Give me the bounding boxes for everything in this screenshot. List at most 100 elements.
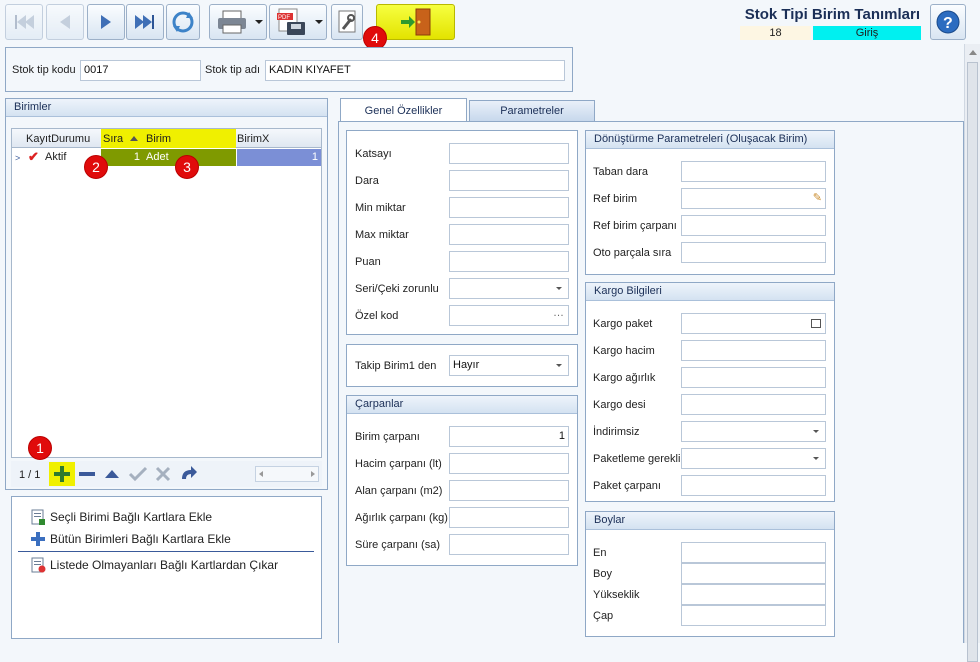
svg-text:PDF: PDF bbox=[278, 15, 290, 21]
oto-parcala-label: Oto parçala sıra bbox=[593, 247, 672, 259]
scrollbar-thumb[interactable] bbox=[967, 62, 978, 662]
prev-icon bbox=[60, 15, 70, 29]
last-icon bbox=[135, 15, 154, 29]
add-row-button[interactable] bbox=[49, 462, 75, 486]
ozel-input[interactable]: … bbox=[449, 305, 569, 326]
indirimsiz-select[interactable] bbox=[681, 421, 826, 442]
paket-carpani-input[interactable] bbox=[681, 475, 826, 496]
cap-label: Çap bbox=[593, 610, 614, 622]
actions-divider bbox=[18, 551, 314, 552]
next-record-button[interactable] bbox=[87, 4, 125, 40]
sure-carpani-input[interactable] bbox=[449, 534, 569, 555]
cancel-icon[interactable] bbox=[154, 466, 172, 482]
vertical-scrollbar[interactable] bbox=[964, 44, 980, 662]
col-header-sira-text: Sıra bbox=[103, 133, 124, 145]
pencil-icon[interactable]: ✎ bbox=[813, 189, 822, 208]
ozel-label: Özel kod bbox=[355, 310, 399, 322]
paketleme-select[interactable] bbox=[681, 448, 826, 469]
col-header-birim[interactable]: Birim bbox=[144, 129, 236, 148]
action-add-all[interactable]: Bütün Birimleri Bağlı Kartlara Ekle bbox=[30, 531, 231, 547]
chevron-down-icon[interactable] bbox=[255, 20, 263, 24]
page-title: Stok Tipi Birim Tanımları bbox=[744, 6, 920, 23]
ref-birim-carpani-input[interactable] bbox=[681, 215, 826, 236]
kargo-hacim-input[interactable] bbox=[681, 340, 826, 361]
redo-icon[interactable] bbox=[179, 465, 199, 483]
takip-group: Takip Birim1 den Hayır bbox=[346, 344, 578, 387]
max-input[interactable] bbox=[449, 224, 569, 245]
kargo-agirlik-input[interactable] bbox=[681, 367, 826, 388]
yukseklik-input[interactable] bbox=[681, 584, 826, 605]
prev-record-button[interactable] bbox=[46, 4, 84, 40]
export-pdf-button[interactable]: PDF bbox=[269, 4, 327, 40]
paketleme-label: Paketleme gerekli bbox=[593, 453, 681, 465]
donusturme-group: Dönüştürme Parametreleri (Oluşacak Birim… bbox=[585, 130, 835, 275]
taban-dara-input[interactable] bbox=[681, 161, 826, 182]
chevron-down-icon[interactable] bbox=[315, 20, 323, 24]
settings-button[interactable] bbox=[331, 4, 363, 40]
birim-carpani-input[interactable]: 1 bbox=[449, 426, 569, 447]
boy-input[interactable] bbox=[681, 563, 826, 584]
kargo-group: Kargo Bilgileri Kargo paket Kargo hacim … bbox=[585, 282, 835, 502]
min-input[interactable] bbox=[449, 197, 569, 218]
col-header-status[interactable]: KayıtDurumu bbox=[26, 133, 100, 145]
printer-icon bbox=[218, 10, 246, 34]
arrow-up-icon[interactable] bbox=[103, 467, 121, 481]
step-badge: 1 bbox=[28, 436, 52, 460]
minus-icon[interactable] bbox=[77, 467, 97, 481]
tab-parameters[interactable]: Parametreler bbox=[469, 100, 595, 121]
scroll-left-icon[interactable] bbox=[259, 471, 263, 477]
code-input[interactable]: 0017 bbox=[80, 60, 201, 81]
col-header-birimx[interactable]: BirimX bbox=[237, 133, 269, 145]
code-label: Stok tip kodu bbox=[12, 64, 76, 76]
refresh-button[interactable] bbox=[166, 4, 200, 40]
tab-general[interactable]: Genel Özellikler bbox=[340, 98, 467, 122]
name-input[interactable]: KADIN KIYAFET bbox=[265, 60, 565, 81]
action-label: Seçli Birimi Bağlı Kartlara Ekle bbox=[50, 510, 213, 524]
boylar-group: Boylar En Boy Yükseklik Çap bbox=[585, 511, 835, 637]
donusturme-title: Dönüştürme Parametreleri (Oluşacak Birim… bbox=[586, 131, 834, 149]
help-button[interactable]: ? bbox=[930, 4, 966, 40]
birim-carpani-label: Birim çarpanı bbox=[355, 431, 420, 443]
takip-select[interactable]: Hayır bbox=[449, 355, 569, 376]
scroll-right-icon[interactable] bbox=[311, 471, 315, 477]
horizontal-scrollbar[interactable] bbox=[255, 466, 319, 482]
seri-select[interactable] bbox=[449, 278, 569, 299]
action-add-selected[interactable]: Seçli Birimi Bağlı Kartlara Ekle bbox=[30, 509, 212, 525]
pager-text: 1 / 1 bbox=[19, 469, 41, 481]
plus-icon bbox=[31, 532, 45, 546]
row-indicator-icon: > bbox=[15, 153, 21, 163]
ref-birim-input[interactable]: ✎ bbox=[681, 188, 826, 209]
first-icon bbox=[15, 15, 34, 29]
action-remove-unlisted[interactable]: Listede Olmayanları Bağlı Kartlardan Çık… bbox=[30, 557, 278, 573]
hacim-carpani-input[interactable] bbox=[449, 453, 569, 474]
svg-text:?: ? bbox=[943, 15, 953, 32]
agirlik-carpani-input[interactable] bbox=[449, 507, 569, 528]
katsayi-input[interactable] bbox=[449, 143, 569, 164]
exit-button[interactable] bbox=[376, 4, 455, 40]
kargo-desi-input[interactable] bbox=[681, 394, 826, 415]
min-label: Min miktar bbox=[355, 202, 406, 214]
kargo-paket-input[interactable] bbox=[681, 313, 826, 334]
calculator-icon[interactable] bbox=[811, 319, 821, 328]
birimx-cell[interactable]: 1 bbox=[237, 149, 321, 166]
ellipsis-icon[interactable]: … bbox=[553, 304, 564, 323]
en-input[interactable] bbox=[681, 542, 826, 563]
exit-door-icon bbox=[400, 8, 430, 36]
first-record-button[interactable] bbox=[5, 4, 43, 40]
checkmark-icon[interactable] bbox=[128, 466, 148, 482]
cap-input[interactable] bbox=[681, 605, 826, 626]
kargo-desi-label: Kargo desi bbox=[593, 399, 646, 411]
ref-birim-carpani-label: Ref birim çarpanı bbox=[593, 220, 677, 232]
alan-carpani-input[interactable] bbox=[449, 480, 569, 501]
col-header-sira[interactable]: Sıra bbox=[101, 129, 144, 148]
print-button[interactable] bbox=[209, 4, 267, 40]
dara-input[interactable] bbox=[449, 170, 569, 191]
puan-input[interactable] bbox=[449, 251, 569, 272]
last-record-button[interactable] bbox=[126, 4, 164, 40]
document-remove-icon bbox=[31, 557, 46, 573]
oto-parcala-input[interactable] bbox=[681, 242, 826, 263]
dara-label: Dara bbox=[355, 175, 379, 187]
refresh-icon bbox=[172, 11, 194, 33]
table-row[interactable]: > ✔ Aktif 1 Adet 1 bbox=[12, 149, 321, 166]
scroll-up-icon[interactable] bbox=[969, 50, 977, 55]
